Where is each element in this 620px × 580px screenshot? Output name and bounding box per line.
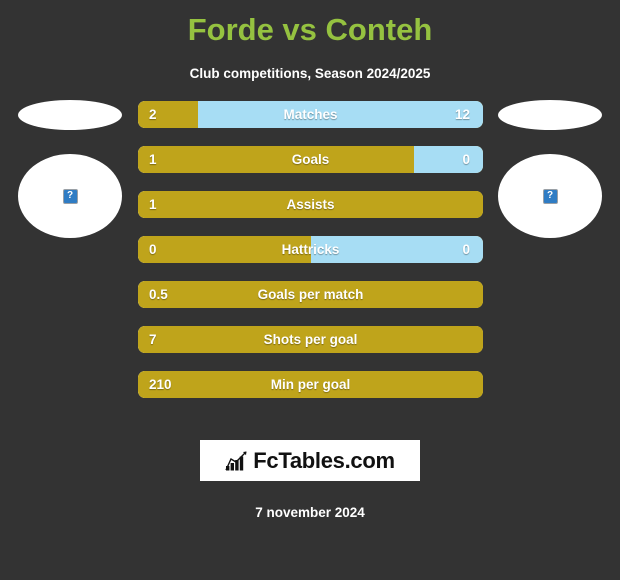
player-left-panel bbox=[0, 96, 140, 296]
stat-row: 1 Assists bbox=[138, 191, 483, 218]
stat-label: Assists bbox=[286, 197, 335, 212]
brand-logo-text: FcTables.com bbox=[253, 447, 395, 473]
stats-list: 2 Matches 12 1 Goals 0 1 Assists 0 Hattricks 0 0.5 G… bbox=[138, 101, 483, 416]
comparison-body: 2Matches121Goals01Assists0Hattricks00.5G… bbox=[0, 96, 620, 496]
stat-row: 7 Shots per goal bbox=[138, 326, 483, 353]
stat-label: Hattricks bbox=[281, 242, 340, 257]
brand-logo[interactable]: FcTables.com bbox=[200, 440, 420, 481]
stat-row: 2 Matches 12 bbox=[138, 101, 483, 128]
stat-value-right: 12 bbox=[454, 107, 470, 122]
stat-row: 210 Min per goal bbox=[138, 371, 483, 398]
stat-row: 0 Hattricks 0 bbox=[138, 236, 483, 263]
stat-value-right: 0 bbox=[462, 152, 470, 167]
player-left-name bbox=[18, 100, 122, 130]
stat-label: Matches bbox=[283, 107, 338, 122]
bar-chart-icon bbox=[225, 451, 248, 471]
player-left-avatar bbox=[18, 154, 122, 238]
page-subtitle: Club competitions, Season 2024/2025 bbox=[189, 66, 431, 81]
footer: FcTables.com 7 november 2024 bbox=[0, 440, 620, 520]
stat-row: 0.5 Goals per match bbox=[138, 281, 483, 308]
stat-label: Goals per match bbox=[257, 287, 364, 302]
stat-label: Min per goal bbox=[270, 377, 351, 392]
broken-image-icon bbox=[62, 188, 78, 204]
footer-date: 7 november 2024 bbox=[255, 505, 365, 520]
page-title: Forde vs Conteh bbox=[187, 12, 433, 47]
stat-label: Shots per goal bbox=[263, 332, 358, 347]
player-right-panel bbox=[480, 96, 620, 296]
player-right-avatar bbox=[498, 154, 602, 238]
header: Forde vs Conteh Club competitions, Seaso… bbox=[0, 0, 620, 84]
stat-label: Goals bbox=[291, 152, 330, 167]
player-right-name bbox=[498, 100, 602, 130]
broken-image-icon bbox=[542, 188, 558, 204]
stat-value-right: 0 bbox=[462, 242, 470, 257]
stat-row: 1 Goals 0 bbox=[138, 146, 483, 173]
